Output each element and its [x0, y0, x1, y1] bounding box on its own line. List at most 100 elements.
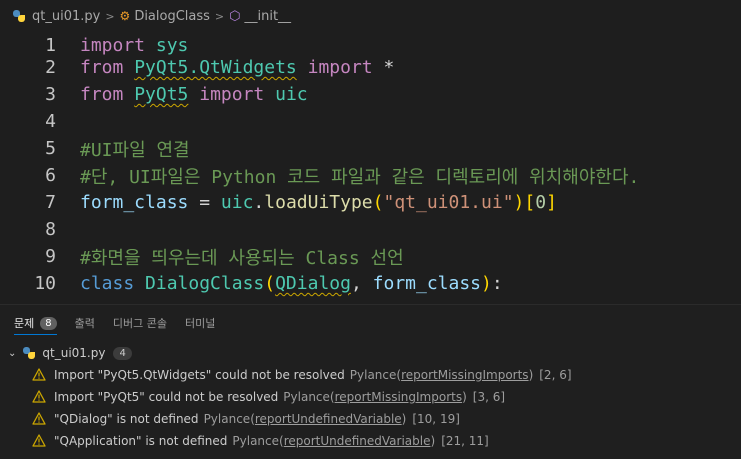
problem-source: Pylance(reportMissingImports): [349, 368, 534, 382]
tab-debug-console[interactable]: 디버그 콘솔: [113, 305, 167, 341]
bracket: ): [513, 192, 525, 213]
operator: *: [383, 57, 395, 78]
breadcrumb-class-label: DialogClass: [134, 8, 210, 24]
problem-message: Import "PyQt5.QtWidgets" could not be re…: [54, 368, 345, 382]
variable: form_class: [80, 192, 189, 213]
problem-rule-link[interactable]: reportUndefinedVariable: [284, 434, 431, 448]
problems-count-badge: 8: [40, 316, 57, 330]
problem-message: "QApplication" is not defined: [54, 434, 228, 448]
code-line[interactable]: 3 from PyQt5 import uic: [0, 81, 741, 108]
class-name: DialogClass: [145, 273, 265, 294]
breadcrumb-file[interactable]: qt_ui01.py: [12, 9, 100, 24]
code-line[interactable]: 8: [0, 216, 741, 243]
problem-item[interactable]: Import "PyQt5" could not be resolved Pyl…: [0, 386, 741, 408]
bracket: ): [481, 273, 492, 294]
code-line[interactable]: 2 from PyQt5.QtWidgets import *: [0, 54, 741, 81]
line-number: 7: [45, 192, 56, 213]
function-name: loadUiType: [264, 192, 373, 213]
line-number: 2: [45, 57, 56, 78]
base-class: form_class: [372, 273, 482, 294]
problem-position: [3, 6]: [472, 390, 506, 404]
keyword-import: import: [80, 35, 146, 56]
breadcrumb-method-label: __init__: [244, 8, 292, 24]
file-problem-count: 4: [113, 346, 132, 360]
method-symbol-icon: ⬡: [229, 8, 241, 24]
bracket: ]: [546, 192, 557, 213]
number-literal: 0: [535, 192, 547, 213]
base-class: QDialog: [275, 273, 351, 294]
code-line[interactable]: 5 #UI파일 연결: [0, 135, 741, 162]
breadcrumb-method[interactable]: ⬡ __init__: [229, 9, 291, 24]
problems-file-group[interactable]: ⌄ qt_ui01.py 4: [0, 342, 741, 364]
code-line[interactable]: 10 class DialogClass(QDialog, form_class…: [0, 270, 741, 297]
keyword-import: import: [307, 57, 373, 78]
problems-panel: 문제 8 출력 디버그 콘솔 터미널 ⌄ qt_ui01.py 4 Import…: [0, 304, 741, 459]
chevron-right-icon: >: [105, 9, 115, 23]
problem-source: Pylance(reportMissingImports): [283, 390, 467, 404]
line-number: 1: [45, 35, 56, 56]
warning-icon: [32, 434, 48, 448]
problem-source: Pylance(reportUndefinedVariable): [203, 412, 407, 426]
line-number: 5: [45, 138, 56, 159]
line-number: 6: [45, 165, 56, 186]
operator: .: [253, 192, 265, 213]
tab-output-label: 출력: [74, 317, 95, 330]
tab-problems[interactable]: 문제 8: [14, 305, 57, 341]
python-file-icon: [12, 9, 26, 23]
breadcrumb-file-label: qt_ui01.py: [32, 8, 101, 24]
module-name: uic: [220, 192, 254, 213]
code-line[interactable]: 6 #단, UI파일은 Python 코드 파일과 같은 디렉토리에 위치해야한…: [0, 162, 741, 189]
problems-file-name: qt_ui01.py: [42, 346, 106, 360]
problem-position: [21, 11]: [441, 434, 489, 448]
python-file-icon: [22, 346, 36, 360]
line-number: 10: [34, 273, 56, 294]
module-name: sys: [155, 35, 189, 56]
keyword-class: class: [80, 273, 135, 294]
bracket: [: [524, 192, 536, 213]
keyword-from: from: [80, 84, 124, 105]
warning-icon: [32, 390, 48, 404]
problem-message: Import "PyQt5" could not be resolved: [54, 390, 279, 404]
breadcrumb: qt_ui01.py > ⚙ DialogClass > ⬡ __init__: [0, 0, 741, 32]
problem-position: [10, 19]: [412, 412, 460, 426]
tab-terminal[interactable]: 터미널: [185, 305, 215, 341]
problem-item[interactable]: "QApplication" is not defined Pylance(re…: [0, 430, 741, 452]
problem-position: [2, 6]: [539, 368, 572, 382]
problem-item[interactable]: Import "PyQt5.QtWidgets" could not be re…: [0, 364, 741, 386]
chevron-down-icon[interactable]: ⌄: [8, 348, 16, 359]
problem-item[interactable]: "QDialog" is not defined Pylance(reportU…: [0, 408, 741, 430]
operator: :: [491, 273, 503, 294]
breadcrumb-class[interactable]: ⚙ DialogClass: [120, 9, 210, 24]
chevron-right-icon: >: [214, 9, 225, 23]
line-number: 3: [45, 84, 56, 105]
bracket: (: [372, 192, 384, 213]
class-symbol-icon: ⚙: [119, 9, 131, 23]
tab-problems-label: 문제: [14, 317, 35, 330]
problem-rule-link[interactable]: reportMissingImports: [401, 368, 528, 382]
tab-terminal-label: 터미널: [184, 317, 216, 330]
comment: #단, UI파일은 Python 코드 파일과 같은 디렉토리에 위치해야한다.: [80, 166, 640, 188]
module-name: PyQt5: [134, 84, 189, 105]
operator: =: [199, 192, 211, 213]
line-number: 9: [45, 246, 56, 267]
problem-rule-link[interactable]: reportUndefinedVariable: [255, 412, 402, 426]
problem-message: "QDialog" is not defined: [54, 412, 199, 426]
string-literal: "qt_ui01.ui": [383, 192, 514, 213]
problem-rule-link[interactable]: reportMissingImports: [335, 390, 462, 404]
keyword-from: from: [80, 57, 124, 78]
operator: ,: [350, 273, 362, 294]
module-name: PyQt5.QtWidgets: [134, 57, 297, 78]
warning-icon: [32, 368, 48, 382]
keyword-import: import: [199, 84, 265, 105]
code-line[interactable]: 4: [0, 108, 741, 135]
problem-source: Pylance(reportUndefinedVariable): [232, 434, 436, 448]
bracket: (: [264, 273, 276, 294]
line-number: 8: [45, 219, 56, 240]
code-editor[interactable]: 1 import sys 2 from PyQt5.QtWidgets impo…: [0, 32, 741, 304]
tab-output[interactable]: 출력: [75, 305, 95, 341]
warning-icon: [32, 412, 48, 426]
panel-tabs: 문제 8 출력 디버그 콘솔 터미널: [0, 305, 741, 341]
code-line[interactable]: 7 form_class = uic.loadUiType("qt_ui01.u…: [0, 189, 741, 216]
tab-debug-console-label: 디버그 콘솔: [112, 317, 167, 330]
code-line[interactable]: 9 #화면을 띄우는데 사용되는 Class 선언: [0, 243, 741, 270]
